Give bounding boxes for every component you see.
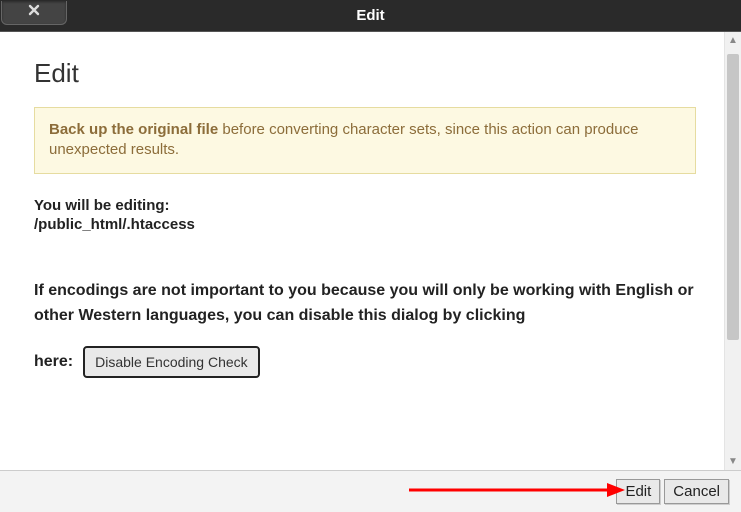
editing-label: You will be editing: (34, 196, 696, 216)
here-label: here: (34, 353, 73, 371)
encoding-message: If encodings are not important to you be… (34, 279, 696, 329)
edit-button[interactable]: Edit (616, 479, 660, 504)
close-button[interactable] (1, 1, 67, 25)
warning-bold: Back up the original file (49, 121, 218, 138)
dialog-content: Edit Back up the original file before co… (0, 32, 724, 470)
warning-box: Back up the original file before convert… (34, 107, 696, 174)
close-icon (27, 3, 41, 22)
dialog-footer: Edit Cancel (0, 470, 741, 512)
dialog-heading: Edit (34, 58, 696, 89)
titlebar: Edit (0, 0, 741, 32)
cancel-button[interactable]: Cancel (664, 479, 729, 504)
scroll-thumb[interactable] (727, 54, 739, 340)
dialog-body: Edit Back up the original file before co… (0, 32, 741, 470)
file-path: /public_html/.htaccess (34, 216, 696, 233)
titlebar-title: Edit (0, 7, 741, 24)
scroll-down-arrow-icon[interactable]: ▼ (725, 453, 741, 470)
scroll-up-arrow-icon[interactable]: ▲ (725, 32, 741, 49)
vertical-scrollbar[interactable]: ▲ ▼ (724, 32, 741, 470)
disable-encoding-check-button[interactable]: Disable Encoding Check (83, 346, 260, 378)
